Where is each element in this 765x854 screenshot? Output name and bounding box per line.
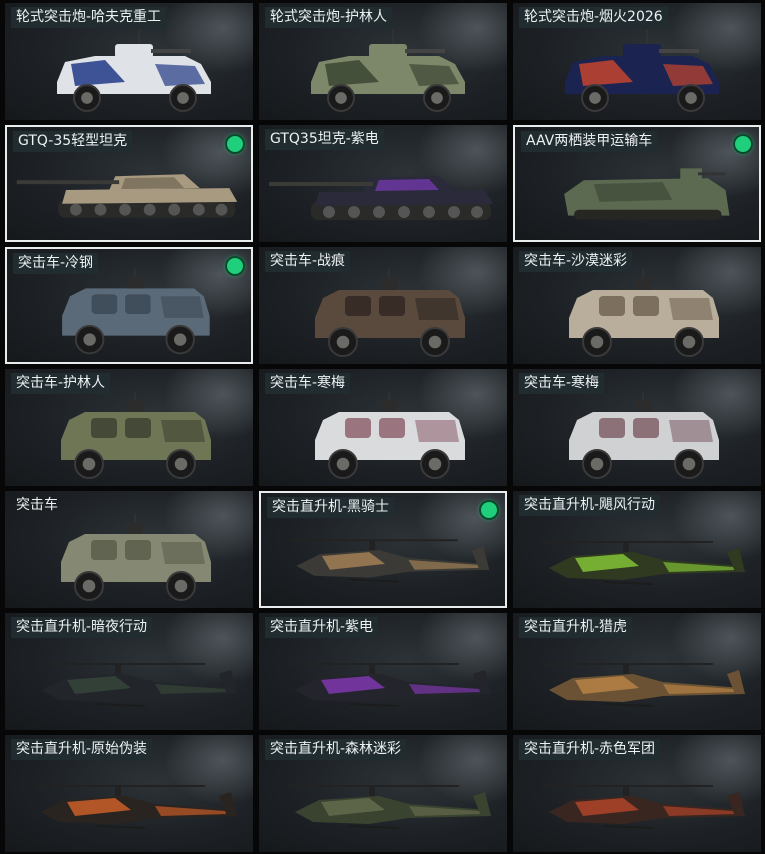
vehicle-name-label: 轮式突击炮-护林人 — [265, 7, 393, 28]
heli-vehicle-image — [513, 756, 761, 852]
vehicle-name-label: 突击车-护林人 — [11, 373, 111, 394]
heli-vehicle-image — [513, 634, 761, 730]
vehicle-name-label: 突击车-寒梅 — [519, 373, 605, 394]
vehicle-card[interactable]: 突击车-寒梅 — [513, 369, 761, 486]
heli-vehicle-image — [259, 756, 507, 852]
equipped-status-icon — [227, 136, 243, 152]
wheeled-vehicle-image — [513, 24, 761, 120]
heli-vehicle-image — [261, 510, 505, 606]
wheeled-vehicle-image — [259, 24, 507, 120]
vehicle-card[interactable]: 突击直升机-紫电 — [259, 613, 507, 730]
tank-vehicle-image — [7, 144, 251, 240]
vehicle-name-label: GTQ-35轻型坦克 — [13, 131, 133, 152]
vehicle-name-label: 突击直升机-暗夜行动 — [11, 617, 153, 638]
mrap-vehicle-image — [5, 390, 253, 486]
vehicle-name-label: GTQ35坦克-紫电 — [265, 129, 384, 150]
vehicle-card[interactable]: 突击直升机-飓风行动 — [513, 491, 761, 608]
vehicle-name-label: 突击直升机-赤色军团 — [519, 739, 661, 760]
vehicle-name-label: 突击车-冷钢 — [13, 253, 99, 274]
heli-vehicle-image — [513, 512, 761, 608]
vehicle-name-label: 轮式突击炮-烟火2026 — [519, 7, 668, 28]
vehicle-card[interactable]: 突击车-沙漠迷彩 — [513, 247, 761, 364]
vehicle-card[interactable]: 轮式突击炮-护林人 — [259, 3, 507, 120]
vehicle-name-label: 突击直升机-紫电 — [265, 617, 379, 638]
vehicle-card[interactable]: GTQ-35轻型坦克 — [5, 125, 253, 242]
vehicle-name-label: AAV两栖装甲运输车 — [521, 131, 658, 152]
mrap-vehicle-image — [259, 390, 507, 486]
vehicle-card[interactable]: 突击直升机-原始伪装 — [5, 735, 253, 852]
mrap-vehicle-image — [513, 390, 761, 486]
vehicle-skin-grid: 轮式突击炮-哈夫克重工 轮式突击炮-护林人 轮式突击炮-烟火2026 GTQ-3… — [0, 0, 765, 854]
vehicle-name-label: 突击车-寒梅 — [265, 373, 351, 394]
equipped-status-icon — [227, 258, 243, 274]
mrap-vehicle-image — [7, 266, 251, 362]
vehicle-name-label: 突击车-沙漠迷彩 — [519, 251, 633, 272]
vehicle-card[interactable]: 轮式突击炮-烟火2026 — [513, 3, 761, 120]
vehicle-name-label: 突击直升机-原始伪装 — [11, 739, 153, 760]
vehicle-card[interactable]: 突击车-冷钢 — [5, 247, 253, 364]
mrap-vehicle-image — [259, 268, 507, 364]
vehicle-card[interactable]: AAV两栖装甲运输车 — [513, 125, 761, 242]
vehicle-card[interactable]: 轮式突击炮-哈夫克重工 — [5, 3, 253, 120]
vehicle-card[interactable]: 突击直升机-暗夜行动 — [5, 613, 253, 730]
vehicle-name-label: 突击直升机-飓风行动 — [519, 495, 661, 516]
vehicle-card[interactable]: 突击直升机-猎虎 — [513, 613, 761, 730]
vehicle-card[interactable]: 突击车 — [5, 491, 253, 608]
wheeled-vehicle-image — [5, 24, 253, 120]
vehicle-name-label: 突击车-战痕 — [265, 251, 351, 272]
vehicle-name-label: 突击车 — [16, 497, 58, 513]
vehicle-name-label: 突击直升机-猎虎 — [519, 617, 633, 638]
vehicle-name-label: 轮式突击炮-哈夫克重工 — [11, 7, 167, 28]
tank-vehicle-image — [259, 146, 507, 242]
vehicle-card[interactable]: 突击车-寒梅 — [259, 369, 507, 486]
vehicle-card[interactable]: 突击车-战痕 — [259, 247, 507, 364]
vehicle-name-label: 突击直升机-黑骑士 — [267, 497, 395, 518]
vehicle-card[interactable]: GTQ35坦克-紫电 — [259, 125, 507, 242]
heli-vehicle-image — [5, 756, 253, 852]
mrap-vehicle-image — [5, 512, 253, 608]
heli-vehicle-image — [5, 634, 253, 730]
vehicle-card[interactable]: 突击直升机-森林迷彩 — [259, 735, 507, 852]
heli-vehicle-image — [259, 634, 507, 730]
vehicle-card[interactable]: 突击直升机-赤色军团 — [513, 735, 761, 852]
mrap-vehicle-image — [513, 268, 761, 364]
amphib-vehicle-image — [515, 144, 759, 240]
equipped-status-icon — [735, 136, 751, 152]
equipped-status-icon — [481, 502, 497, 518]
vehicle-name-label: 突击直升机-森林迷彩 — [265, 739, 407, 760]
vehicle-card[interactable]: 突击车-护林人 — [5, 369, 253, 486]
vehicle-card[interactable]: 突击直升机-黑骑士 — [259, 491, 507, 608]
